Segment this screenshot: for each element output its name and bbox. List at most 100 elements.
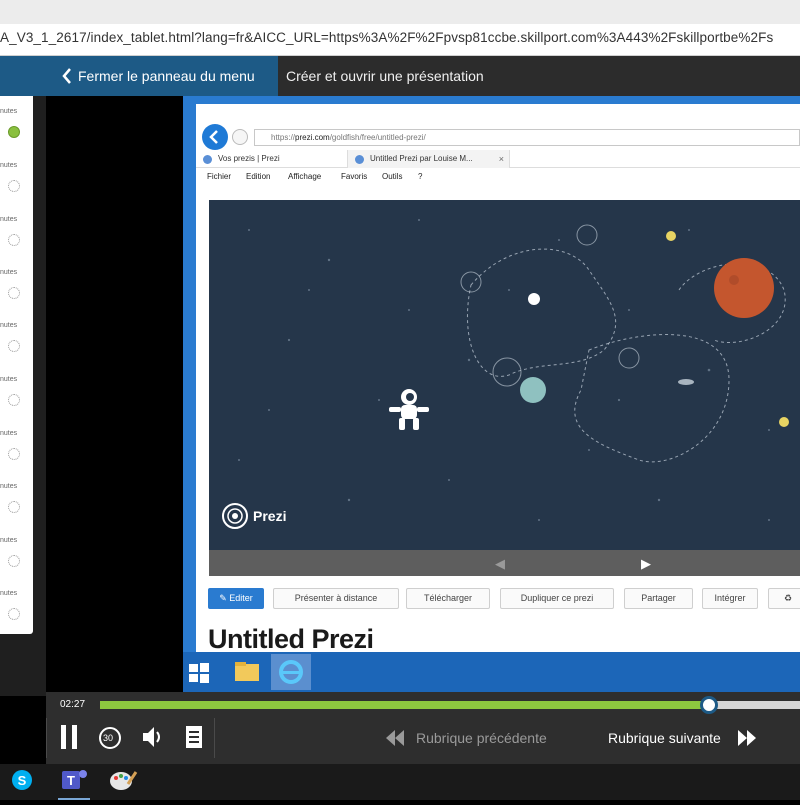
replay-30-button[interactable]: 30 xyxy=(96,722,124,752)
incomplete-icon xyxy=(8,287,20,299)
recorded-address-bar: https://prezi.com/goldfish/free/untitled… xyxy=(254,129,800,146)
present-remote-label: Présenter à distance xyxy=(294,593,378,603)
recorded-browser-tabs: Vos prezis | Prezi Untitled Prezi par Lo… xyxy=(196,150,800,168)
sidebar-item[interactable]: nutes xyxy=(0,269,33,309)
menu-item: Fichier xyxy=(207,172,232,181)
paint-icon[interactable] xyxy=(100,764,144,800)
sidebar-item[interactable]: nutes xyxy=(0,430,33,470)
browser-top-strip xyxy=(0,0,800,24)
sidebar-item-duration: nutes xyxy=(0,162,18,169)
browser-address-bar[interactable]: A_V3_1_2617/index_tablet.html?lang=fr&AI… xyxy=(0,0,800,56)
address-prefix: https:// xyxy=(271,133,296,142)
sidebar-item-duration: nutes xyxy=(0,430,18,437)
transcript-icon[interactable] xyxy=(184,722,204,752)
address-path: /goldfish/free/untitled-prezi/ xyxy=(329,133,426,142)
recorded-tab: Vos prezis | Prezi xyxy=(196,150,348,168)
windows-start-icon xyxy=(189,663,209,683)
address-url[interactable]: A_V3_1_2617/index_tablet.html?lang=fr&AI… xyxy=(0,30,773,45)
recorded-tab-label: Untitled Prezi par Louise M... xyxy=(370,154,473,163)
share-button: Partager xyxy=(624,588,693,609)
sidebar-item[interactable]: nutes xyxy=(0,322,33,362)
sidebar-item[interactable]: nutes xyxy=(0,483,33,523)
next-topic-button[interactable]: Rubrique suivante xyxy=(608,730,756,746)
stars xyxy=(238,219,770,521)
incomplete-icon xyxy=(8,394,20,406)
prezi-viewer: Prezi xyxy=(209,200,800,550)
topic-sidebar: nutes nutes nutes nutes nutes nutes nute… xyxy=(0,96,46,696)
forward-arrow-icon xyxy=(232,129,248,145)
elapsed-time: 02:27 xyxy=(60,699,86,710)
chevron-left-icon xyxy=(62,68,71,84)
close-tab-icon: × xyxy=(498,154,504,164)
incomplete-icon xyxy=(8,501,20,513)
more-action-button: ♻ xyxy=(768,588,800,609)
rewind-icon xyxy=(386,730,404,746)
sidebar-item-duration: nutes xyxy=(0,269,18,276)
skype-icon[interactable]: S xyxy=(0,764,44,800)
recorded-browser-nav: https://prezi.com/goldfish/free/untitled… xyxy=(196,104,800,150)
sidebar-item[interactable]: nutes xyxy=(0,537,33,577)
incomplete-icon xyxy=(8,448,20,460)
next-topic-label: Rubrique suivante xyxy=(608,730,721,746)
incomplete-icon xyxy=(8,180,20,192)
prezi-favicon-icon xyxy=(355,155,364,164)
recorded-taskbar xyxy=(183,652,800,692)
prezi-logo-text: Prezi xyxy=(253,508,287,524)
sidebar-item-duration: nutes xyxy=(0,590,18,597)
file-explorer-icon xyxy=(227,654,267,690)
menu-item: Outils xyxy=(382,172,403,181)
recorded-tab-label: Vos prezis | Prezi xyxy=(218,154,280,163)
sidebar-item[interactable]: nutes xyxy=(0,162,33,202)
sidebar-item-duration: nutes xyxy=(0,322,18,329)
next-slide-icon: ▶ xyxy=(641,556,651,571)
incomplete-icon xyxy=(8,555,20,567)
completed-icon xyxy=(8,126,20,138)
volume-icon[interactable] xyxy=(140,722,166,752)
sidebar-panel: nutes nutes nutes nutes nutes nutes nute… xyxy=(0,96,33,634)
menu-item: ? xyxy=(418,172,423,181)
incomplete-icon xyxy=(8,608,20,620)
menu-item: Affichage xyxy=(288,172,322,181)
divider xyxy=(46,718,47,758)
incomplete-icon xyxy=(8,340,20,352)
svg-text:T: T xyxy=(67,773,75,788)
back-arrow-icon xyxy=(202,124,228,150)
prezi-action-bar: ✎ Editer Présenter à distance Télécharge… xyxy=(196,588,800,610)
duplicate-button: Dupliquer ce prezi xyxy=(500,588,614,609)
sidebar-item-duration: nutes xyxy=(0,483,18,490)
replay-seconds: 30 xyxy=(103,733,114,743)
duplicate-label: Dupliquer ce prezi xyxy=(520,593,594,603)
prezi-viewer-controls: ◀ ▶ xyxy=(209,550,800,576)
progress-bar[interactable] xyxy=(100,696,800,714)
sidebar-item-duration: nutes xyxy=(0,216,18,223)
teams-icon[interactable]: T xyxy=(52,764,96,800)
divider xyxy=(214,718,215,758)
prezi-logo-icon xyxy=(222,503,248,529)
download-button: Télécharger xyxy=(406,588,490,609)
progress-handle[interactable] xyxy=(700,696,718,714)
sidebar-item-duration: nutes xyxy=(0,537,18,544)
download-label: Télécharger xyxy=(423,593,473,603)
embed-label: Intégrer xyxy=(714,593,746,603)
menu-item: Edition xyxy=(246,172,271,181)
present-remote-button: Présenter à distance xyxy=(273,588,399,609)
sidebar-item-duration: nutes xyxy=(0,108,18,115)
pause-icon[interactable] xyxy=(58,722,80,752)
sidebar-item[interactable]: nutes xyxy=(0,376,33,416)
sidebar-item[interactable]: nutes xyxy=(0,590,33,630)
sidebar-item[interactable]: nutes xyxy=(0,216,33,256)
previous-topic-button[interactable]: Rubrique précédente xyxy=(384,730,547,746)
astronaut xyxy=(389,389,429,430)
sidebar-item[interactable]: nutes xyxy=(0,108,33,148)
recorded-browser-window: https://prezi.com/goldfish/free/untitled… xyxy=(196,104,800,652)
recorded-menu-bar: Fichier Edition Affichage Favoris Outils… xyxy=(196,168,800,184)
media-player-controls: 02:27 30 Rubrique précédente Rubrique su… xyxy=(46,692,800,764)
progress-fill xyxy=(100,701,709,709)
svg-text:S: S xyxy=(18,773,27,788)
space-scene xyxy=(222,219,789,529)
address-host: prezi.com xyxy=(295,133,330,142)
player-header: Fermer le panneau du menu Créer et ouvri… xyxy=(0,56,800,96)
prezi-title: Untitled Prezi xyxy=(208,624,374,652)
close-menu-panel-button[interactable]: Fermer le panneau du menu xyxy=(0,56,278,96)
embed-button: Intégrer xyxy=(702,588,758,609)
